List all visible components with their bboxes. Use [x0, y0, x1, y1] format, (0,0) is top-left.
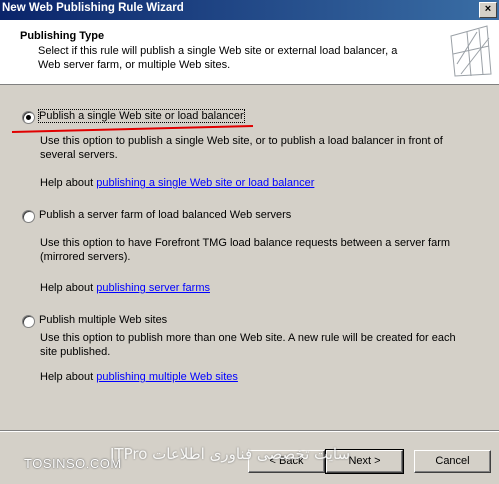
- cancel-button[interactable]: Cancel: [414, 450, 491, 473]
- watermark-right: ITPro سایت تخصصی فناوری اطلاعات: [110, 445, 351, 463]
- help-link-single-site[interactable]: publishing a single Web site or load bal…: [96, 177, 314, 189]
- single-site-label[interactable]: Publish a single Web site or load balanc…: [38, 109, 245, 123]
- page-description: Select if this rule will publish a singl…: [38, 45, 398, 71]
- help-link-server-farm[interactable]: publishing server farms: [96, 282, 210, 294]
- wizard-header: Publishing Type Select if this rule will…: [0, 20, 499, 85]
- close-button[interactable]: ×: [479, 2, 497, 18]
- server-farm-radio[interactable]: [22, 210, 35, 223]
- watermark-left: TOSINSO.COM: [24, 456, 122, 471]
- single-site-radio[interactable]: [22, 111, 35, 124]
- multiple-sites-help: Help about publishing multiple Web sites: [40, 371, 238, 383]
- page-title: Publishing Type: [20, 30, 105, 42]
- wizard-footer: < Back Next > Cancel TOSINSO.COM ITPro س…: [0, 430, 499, 484]
- help-prefix: Help about: [40, 177, 97, 189]
- title-bar: New Web Publishing Rule Wizard ×: [0, 0, 499, 20]
- close-icon: ×: [484, 3, 492, 15]
- single-site-description: Use this option to publish a single Web …: [40, 135, 443, 161]
- help-prefix: Help about: [40, 282, 97, 294]
- single-site-help: Help about publishing a single Web site …: [40, 177, 314, 189]
- multiple-sites-label[interactable]: Publish multiple Web sites: [39, 314, 167, 326]
- multiple-sites-radio[interactable]: [22, 315, 35, 328]
- window-title: New Web Publishing Rule Wizard: [2, 2, 184, 14]
- wizard-banner-icon: [447, 24, 493, 78]
- server-farm-help: Help about publishing server farms: [40, 282, 210, 294]
- help-link-multiple-sites[interactable]: publishing multiple Web sites: [96, 371, 238, 383]
- server-farm-description: Use this option to have Forefront TMG lo…: [40, 237, 451, 263]
- help-prefix: Help about: [40, 371, 97, 383]
- multiple-sites-description: Use this option to publish more than one…: [40, 332, 456, 358]
- server-farm-label[interactable]: Publish a server farm of load balanced W…: [39, 209, 291, 221]
- wizard-content: Publish a single Web site or load balanc…: [0, 85, 499, 430]
